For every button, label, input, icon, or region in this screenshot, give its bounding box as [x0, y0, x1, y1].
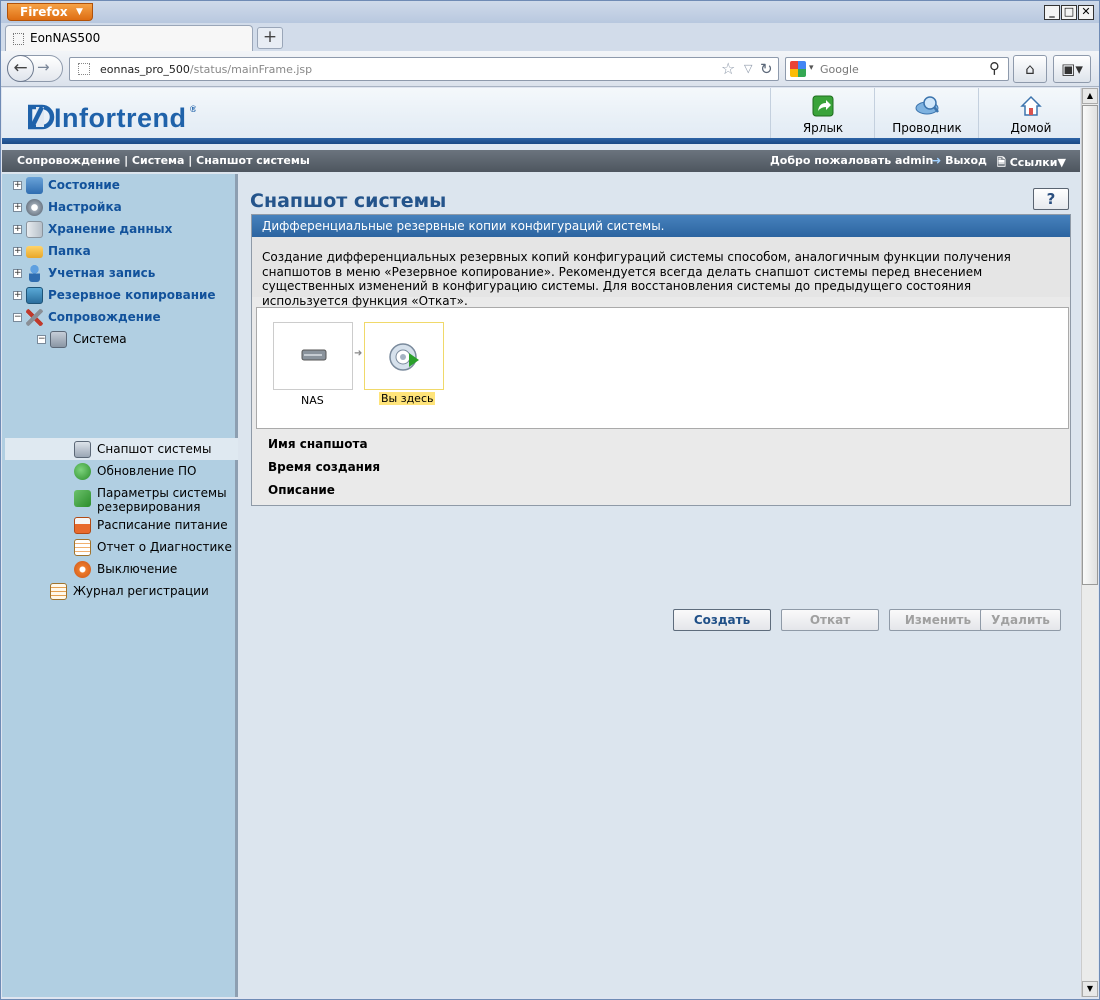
folder-icon: [26, 246, 43, 258]
snapshot-timeline: NAS ➜ Вы здесь: [256, 307, 1069, 429]
description-label: Описание: [268, 483, 335, 497]
logout-icon: ➜: [932, 154, 942, 167]
site-identity-icon: [78, 63, 90, 75]
current-state-node[interactable]: [364, 322, 444, 390]
back-button[interactable]: ←: [7, 55, 34, 82]
engine-dropdown-icon[interactable]: ▾: [809, 63, 814, 73]
creation-time-label: Время создания: [268, 460, 381, 474]
shortcut-icon: [812, 95, 834, 117]
navigation-toolbar: ← → eonnas_pro_500/status/mainFrame.jsp …: [1, 51, 1099, 87]
nas-node[interactable]: [273, 322, 353, 390]
monitor-icon: [26, 177, 43, 194]
bookmark-star-icon[interactable]: ☆: [721, 59, 735, 78]
explorer-icon: [915, 96, 939, 115]
home-app-button[interactable]: Домой: [978, 88, 1082, 138]
search-magnifier-icon[interactable]: ⚲: [989, 59, 1000, 77]
collapse-toggle[interactable]: −: [37, 335, 46, 344]
snapshot-name-label: Имя снапшота: [268, 437, 368, 451]
panel-header: Дифференциальные резервные копии конфигу…: [252, 215, 1070, 237]
panel-description: Создание дифференциальных резервных копи…: [252, 237, 1070, 308]
reload-icon[interactable]: ↻: [760, 60, 773, 78]
calendar-icon: [74, 517, 91, 534]
breadcrumb: Сопровождение | Система | Снапшот систем…: [17, 154, 310, 167]
backup-params-icon: [74, 490, 91, 507]
expand-toggle[interactable]: +: [13, 247, 22, 256]
title-bar: Firefox ▼ _ □ ✕: [1, 1, 1099, 23]
current-snapshot-icon: [389, 343, 419, 371]
nas-label: NAS: [301, 394, 324, 407]
home-button[interactable]: ⌂: [1013, 55, 1047, 83]
firefox-menu-button[interactable]: Firefox ▼: [7, 3, 93, 21]
welcome-text: Добро пожаловать admin: [770, 154, 934, 167]
breadcrumb-bar: Сопровождение | Система | Снапшот систем…: [2, 150, 1080, 172]
close-window-button[interactable]: ✕: [1078, 5, 1094, 20]
tab-strip: EonNAS500 +: [1, 23, 1099, 51]
page-favicon-icon: [13, 33, 24, 45]
maximize-button[interactable]: □: [1061, 5, 1077, 20]
power-icon: [74, 561, 91, 578]
nas-drive-icon: [301, 349, 327, 361]
dropdown-arrow-icon: ▼: [76, 7, 83, 17]
user-icon: [29, 265, 40, 282]
svg-text:Infortrend: Infortrend: [54, 103, 187, 132]
scroll-up-button[interactable]: ▲: [1082, 88, 1098, 104]
document-icon: 🗎: [997, 156, 1006, 169]
house-icon: ⌂: [1025, 60, 1035, 78]
tab-title: EonNAS500: [30, 31, 101, 45]
header-accent-bar: [2, 138, 1080, 144]
google-engine-icon[interactable]: [790, 61, 806, 77]
history-dropdown-icon[interactable]: ▽: [744, 62, 752, 75]
disk-icon: [26, 221, 43, 238]
timeline-arrow-icon: ➜: [354, 348, 363, 359]
home-icon: [1020, 95, 1042, 116]
app-header: Infortrend ® Ярлык Проводник Домой: [2, 88, 1080, 150]
log-icon: [50, 583, 67, 600]
expand-toggle[interactable]: +: [13, 203, 22, 212]
expand-toggle[interactable]: +: [13, 269, 22, 278]
page-content: Infortrend ® Ярлык Проводник Домой Сопро…: [2, 88, 1080, 997]
scroll-down-button[interactable]: ▼: [1082, 981, 1098, 997]
tab-eonnas500[interactable]: EonNAS500: [5, 25, 253, 51]
scroll-thumb[interactable]: [1082, 105, 1098, 585]
minimize-button[interactable]: _: [1044, 5, 1060, 20]
tools-icon: [26, 309, 43, 326]
logo-wordmark: Infortrend ®: [28, 103, 196, 132]
bookmarks-icon: ▣▾: [1061, 60, 1083, 78]
page-title: Снапшот системы: [250, 190, 447, 212]
forward-button[interactable]: →: [37, 58, 50, 76]
bookmarks-button[interactable]: ▣▾: [1053, 55, 1091, 83]
vertical-scrollbar[interactable]: ▲ ▼: [1081, 88, 1098, 997]
search-bar[interactable]: ▾ Google ⚲: [785, 57, 1009, 81]
forward-arrow-icon: →: [37, 58, 50, 76]
shortcut-button[interactable]: Ярлык: [770, 88, 874, 138]
explorer-button[interactable]: Проводник: [874, 88, 978, 138]
browser-window: Firefox ▼ _ □ ✕ EonNAS500 + ← → eonnas_pr…: [0, 0, 1100, 1000]
report-icon: [74, 539, 91, 556]
logout-link[interactable]: ➜ Выход: [932, 154, 987, 167]
url-bar[interactable]: eonnas_pro_500/status/mainFrame.jsp ☆ ▽ …: [69, 57, 779, 81]
delete-button[interactable]: Удалить: [980, 609, 1061, 631]
expand-toggle[interactable]: +: [13, 181, 22, 190]
backup-icon: [26, 287, 43, 304]
search-placeholder: Google: [820, 63, 859, 76]
create-button[interactable]: Создать: [673, 609, 771, 631]
gear-icon: [26, 199, 43, 216]
new-tab-button[interactable]: +: [257, 27, 283, 49]
expand-toggle[interactable]: +: [13, 225, 22, 234]
collapse-toggle[interactable]: −: [13, 313, 22, 322]
snapshot-icon: [74, 441, 91, 458]
rollback-button[interactable]: Откат: [781, 609, 879, 631]
url-text: eonnas_pro_500/status/mainFrame.jsp: [100, 63, 313, 76]
edit-button[interactable]: Изменить: [889, 609, 987, 631]
help-button[interactable]: ?: [1033, 188, 1069, 210]
snapshot-panel: Дифференциальные резервные копии конфигу…: [251, 214, 1071, 506]
sidebar-nav: + Состояние + Настройка + Хранение данны…: [2, 174, 238, 997]
links-menu[interactable]: 🗎 Ссылки▼: [997, 154, 1066, 173]
update-icon: [74, 463, 91, 480]
system-icon: [50, 331, 67, 348]
svg-text:®: ®: [190, 104, 196, 114]
back-arrow-icon: ←: [13, 58, 28, 78]
you-are-here-label: Вы здесь: [379, 392, 436, 405]
expand-toggle[interactable]: +: [13, 291, 22, 300]
